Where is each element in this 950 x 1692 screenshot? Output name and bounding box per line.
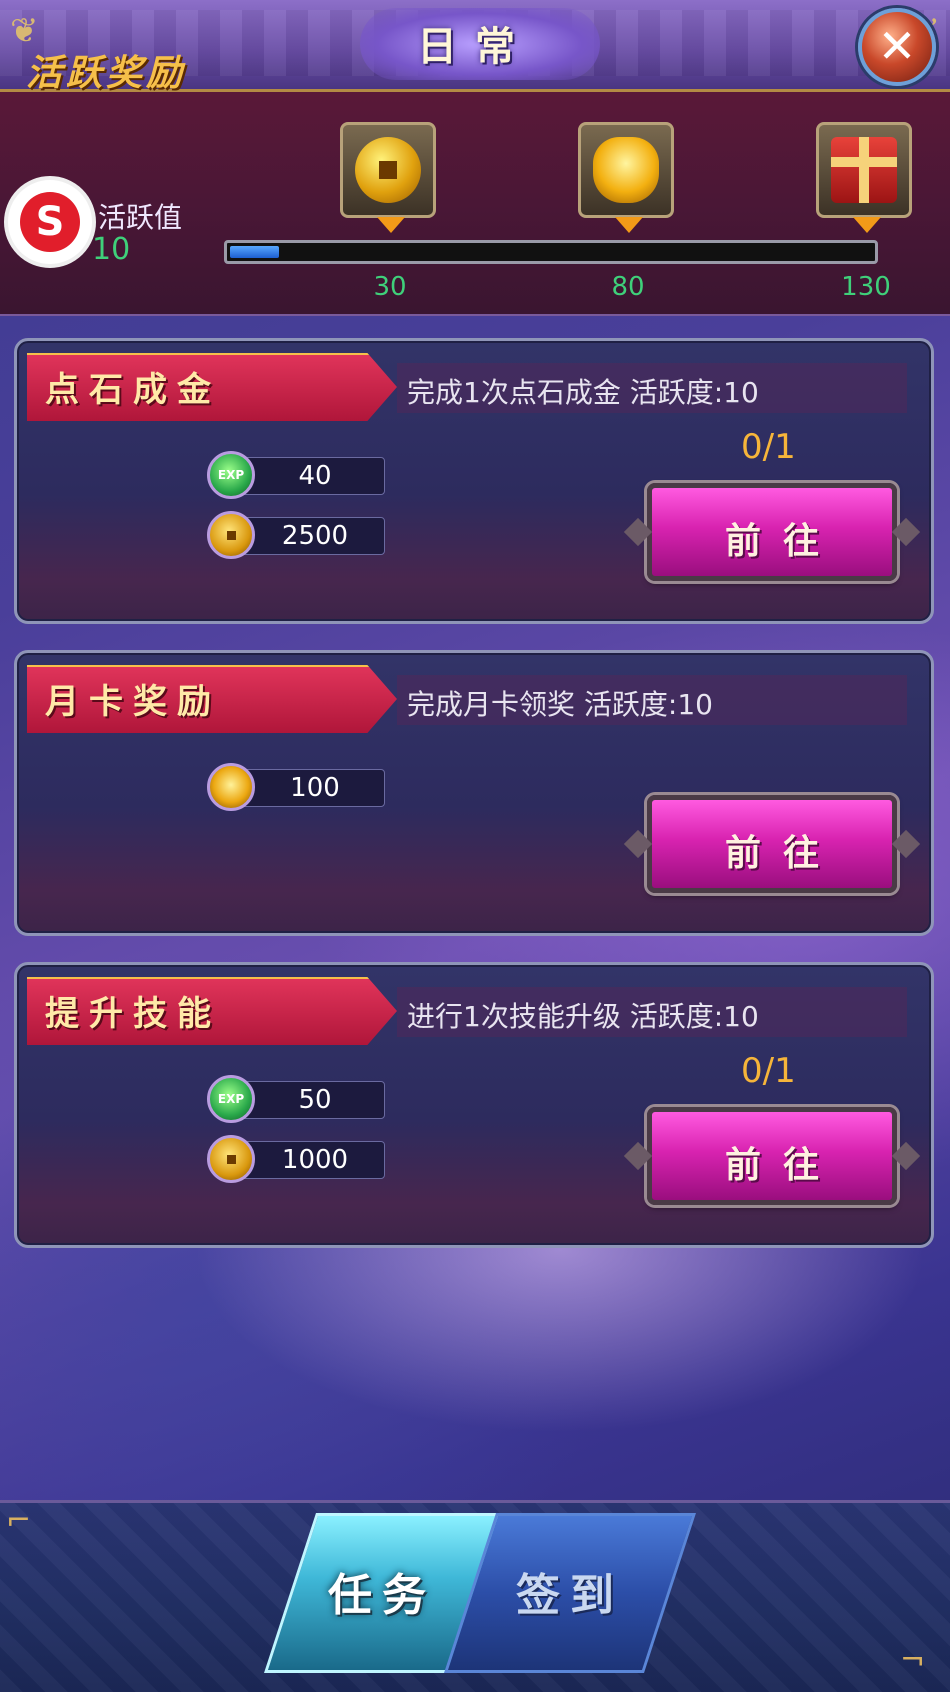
milestone-label: 30 — [373, 272, 407, 302]
activity-title: 活跃奖励 — [26, 52, 187, 94]
marker-arrow-icon — [615, 217, 643, 233]
coin-icon — [207, 511, 255, 559]
app-logo-icon[interactable]: S — [4, 176, 96, 268]
reward-value: 40 — [298, 461, 332, 491]
task-progress: 0/1 — [741, 1051, 796, 1091]
button-left-ornament — [623, 829, 653, 859]
task-name: 提升技能 — [45, 994, 221, 1034]
close-icon: ✕ — [877, 19, 917, 73]
task-progress: 0/1 — [741, 427, 796, 467]
activity-progress-bar — [224, 240, 878, 264]
gold-ingot-icon — [207, 763, 255, 811]
corner-ornament-icon: ¬ — [900, 1643, 926, 1678]
go-button-label: 前往 — [724, 1144, 841, 1186]
button-left-ornament — [623, 1141, 653, 1171]
activity-progress-fill — [230, 246, 279, 258]
task-description: 完成1次点石成金 活跃度:10 — [407, 376, 759, 409]
coin-icon — [207, 1135, 255, 1183]
task-card: 提升技能 进行1次技能升级 活跃度:10 0/1 50 EXP 1000 前往 — [14, 962, 934, 1248]
task-name: 点石成金 — [45, 370, 221, 410]
gold-ingot-icon — [593, 137, 659, 203]
button-right-ornament — [891, 829, 921, 859]
milestone-label: 130 — [841, 272, 891, 302]
milestone-label: 80 — [611, 272, 645, 302]
reward-item: 1000 — [207, 1135, 403, 1183]
reward-item: 50 EXP — [207, 1075, 403, 1123]
task-card: 点石成金 完成1次点石成金 活跃度:10 0/1 40 EXP 2500 前往 — [14, 338, 934, 624]
reward-item: 40 EXP — [207, 451, 403, 499]
activity-value-label: 活跃值 — [98, 201, 183, 234]
task-description: 进行1次技能升级 活跃度:10 — [407, 1000, 759, 1033]
coin-icon — [355, 137, 421, 203]
bottom-tab-bar: ⌐ ¬ 任务 签到 — [0, 1500, 950, 1692]
reward-chest-3[interactable] — [816, 122, 912, 233]
task-card: 月卡奖励 完成月卡领奖 活跃度:10 100 前往 — [14, 650, 934, 936]
reward-item: 100 — [207, 763, 403, 811]
gift-box-icon — [831, 137, 897, 203]
reward-value: 2500 — [281, 521, 349, 551]
reward-chest-2[interactable] — [578, 122, 674, 233]
go-button[interactable]: 前往 — [623, 795, 921, 893]
go-button[interactable]: 前往 — [623, 1107, 921, 1205]
reward-value: 100 — [290, 773, 340, 803]
button-right-ornament — [891, 1141, 921, 1171]
reward-chest-1[interactable] — [340, 122, 436, 233]
task-description: 完成月卡领奖 活跃度:10 — [407, 688, 713, 721]
corner-ornament-icon: ⌐ — [6, 1503, 32, 1538]
close-button[interactable]: ✕ — [858, 8, 936, 86]
reward-value: 1000 — [281, 1145, 349, 1175]
reward-item: 2500 — [207, 511, 403, 559]
tab-tasks-label: 任务 — [328, 1570, 436, 1621]
marker-arrow-icon — [377, 217, 405, 233]
exp-icon: EXP — [207, 451, 255, 499]
exp-icon: EXP — [207, 1075, 255, 1123]
activity-value: 10 — [92, 232, 131, 267]
reward-value: 50 — [298, 1085, 332, 1115]
button-right-ornament — [891, 517, 921, 547]
go-button-label: 前往 — [724, 832, 841, 874]
button-left-ornament — [623, 517, 653, 547]
go-button[interactable]: 前往 — [623, 483, 921, 581]
task-name: 月卡奖励 — [45, 682, 221, 722]
go-button-label: 前往 — [724, 520, 841, 562]
tab-checkin-label: 签到 — [516, 1570, 624, 1621]
marker-arrow-icon — [853, 217, 881, 233]
